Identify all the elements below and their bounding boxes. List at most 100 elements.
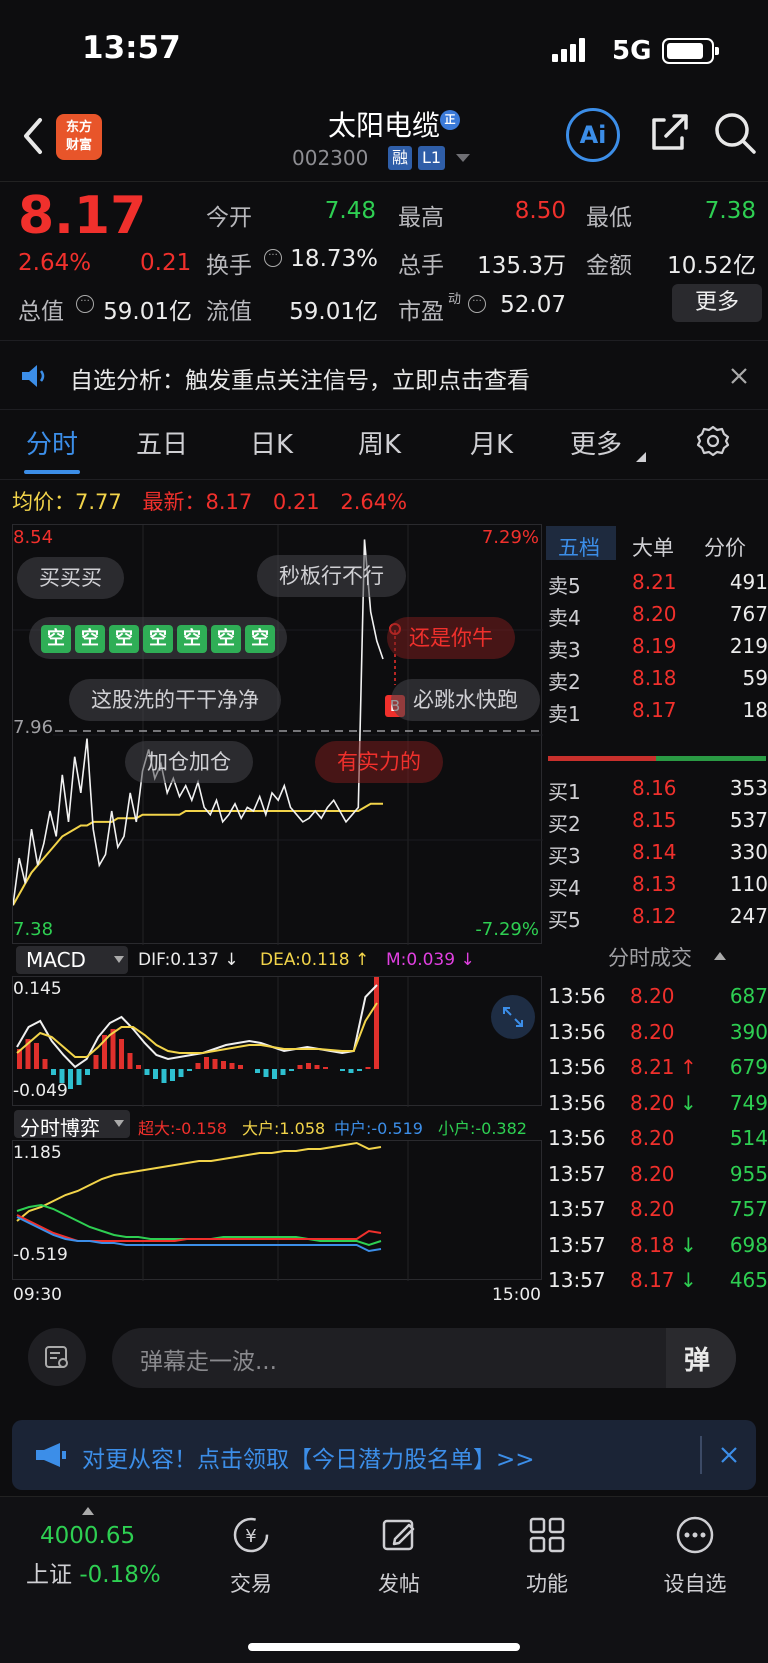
ask-row[interactable]: 卖1 8.17 18: [546, 694, 768, 728]
signal-icon: [552, 38, 588, 62]
macd-plot: [16, 977, 409, 1107]
nav-post[interactable]: 发帖: [344, 1515, 454, 1598]
nav-functions[interactable]: 功能: [492, 1515, 602, 1598]
ad-banner[interactable]: 对更从容！点击领取【今日潜力股名单】>>: [12, 1420, 756, 1490]
tab-weekly-k[interactable]: 周K: [358, 424, 401, 461]
home-indicator: [248, 1643, 520, 1651]
network-label: 5G: [612, 36, 652, 66]
megaphone-icon: [36, 1443, 66, 1467]
ask-row[interactable]: 卖2 8.18 59: [546, 662, 768, 696]
tab-more[interactable]: 更多: [570, 424, 622, 461]
info-icon[interactable]: ···: [468, 295, 486, 313]
bid-row[interactable]: 买4 8.13 110: [546, 868, 768, 902]
comment-bar: 弹幕走一波... 弹: [0, 1318, 768, 1408]
dropdown-icon: [114, 956, 124, 963]
macd-ymax: 0.145: [13, 979, 62, 999]
stock-header: 东方 财富 太阳电缆 正 002300 融 L1 Ai: [0, 100, 768, 182]
super-large-value: 超大:-0.158: [138, 1119, 227, 1138]
intraday-chart[interactable]: 8.54 7.38 7.29% -7.29% 7.96 B 买买买 秒板行不行 …: [12, 524, 543, 945]
amount-label: 金额: [586, 253, 632, 279]
large-value: 大户:1.058: [242, 1119, 326, 1138]
trade-row: 13:57 8.17 ↓ 465: [548, 1268, 768, 1292]
edit-icon: [382, 1519, 415, 1551]
game-selector[interactable]: 分时博弈: [14, 1110, 130, 1140]
stock-code: 002300: [292, 146, 369, 170]
status-bar: 13:57 5G: [0, 0, 768, 100]
game-ymin: -0.519: [13, 1245, 68, 1265]
dea-value: DEA:0.118 ↑: [260, 950, 370, 970]
price-info-line: 均价：7.77 最新：8.17 0.21 2.64%: [12, 490, 408, 514]
index-summary[interactable]: 上证 -0.18%: [26, 1555, 161, 1589]
pct-max-label: 7.29%: [481, 527, 539, 548]
high-label: 最高: [398, 205, 444, 231]
macd-selector[interactable]: MACD: [16, 946, 128, 974]
kong-badge: 空: [211, 625, 241, 653]
settings-icon[interactable]: [696, 424, 730, 458]
dropdown-icon[interactable]: [456, 154, 470, 164]
danmu-button[interactable]: 弹: [666, 1328, 736, 1388]
ad-text: 对更从容！点击领取【今日潜力股名单】>>: [82, 1447, 535, 1473]
tab-big-order[interactable]: 大单: [632, 532, 674, 562]
trade-row: 13:56 8.20 ↓ 749: [548, 1090, 768, 1115]
kong-badge: 空: [41, 625, 71, 653]
grid-icon: [529, 1517, 565, 1553]
game-chart[interactable]: 1.185 -0.519 09:30 15:00: [12, 1140, 542, 1305]
volume-value: 135.3万: [477, 253, 566, 279]
notice-bar[interactable]: 自选分析：触发重点关注信号，立即点击查看: [0, 340, 768, 410]
notes-icon: [45, 1346, 68, 1368]
battery-icon: [662, 38, 719, 64]
high-value: 8.50: [514, 198, 566, 224]
nav-add-watchlist[interactable]: 设自选: [640, 1515, 750, 1598]
current-price: 8.17: [18, 186, 147, 246]
kong-badge: 空: [177, 625, 207, 653]
time-end: 15:00: [492, 1285, 541, 1305]
kong-badge: 空: [143, 625, 173, 653]
trade-row: 13:57 8.20 757: [548, 1197, 768, 1221]
ai-button[interactable]: Ai: [566, 108, 620, 162]
trade-row: 13:57 8.18 ↓ 698: [548, 1232, 768, 1257]
m-value: M:0.039 ↓: [386, 950, 475, 970]
game-plot: [16, 1141, 409, 1281]
info-icon[interactable]: ···: [76, 295, 94, 313]
dif-value: DIF:0.137 ↓: [138, 950, 239, 970]
expand-up-icon[interactable]: [82, 1507, 94, 1515]
danmu-item: 还是你牛: [387, 617, 515, 659]
macd-chart[interactable]: 0.145 -0.049: [12, 976, 542, 1107]
close-icon[interactable]: [730, 367, 748, 385]
expand-button[interactable]: [491, 995, 535, 1039]
comment-input[interactable]: 弹幕走一波... 弹: [112, 1328, 736, 1388]
danmu-item: 必跳水快跑: [391, 679, 540, 721]
search-icon[interactable]: [712, 110, 758, 156]
index-value[interactable]: 4000.65: [40, 1523, 135, 1549]
collapse-icon[interactable]: [714, 952, 726, 960]
mktcap-value: 59.01亿: [103, 299, 192, 325]
info-icon[interactable]: ···: [264, 249, 282, 267]
float-label: 流值: [206, 299, 252, 325]
tab-intraday[interactable]: 分时: [26, 424, 78, 461]
bid-row[interactable]: 买5 8.12 247: [546, 900, 768, 934]
nav-trade[interactable]: ¥ 交易: [196, 1515, 306, 1598]
tab-price-dist[interactable]: 分价: [704, 532, 746, 562]
share-icon[interactable]: [648, 112, 690, 154]
tab-five-level[interactable]: 五档: [558, 532, 600, 562]
notes-button[interactable]: [28, 1328, 86, 1386]
ask-row[interactable]: 卖5 8.21 491: [546, 566, 768, 600]
level-tag: L1: [418, 146, 446, 170]
tab-5day[interactable]: 五日: [136, 424, 188, 461]
bid-row[interactable]: 买2 8.15 537: [546, 804, 768, 838]
mktcap-label: 总值: [18, 299, 64, 325]
amount-value: 10.52亿: [667, 253, 756, 279]
margin-tag: 融: [388, 146, 413, 170]
bid-row[interactable]: 买3 8.14 330: [546, 836, 768, 870]
tab-monthly-k[interactable]: 月K: [470, 424, 513, 461]
y-min-label: 7.38: [13, 919, 54, 940]
low-value: 7.38: [704, 198, 756, 224]
bid-row[interactable]: 买1 8.16 353: [546, 772, 768, 806]
ask-row[interactable]: 卖4 8.20 767: [546, 598, 768, 632]
ask-row[interactable]: 卖3 8.19 219: [546, 630, 768, 664]
more-button[interactable]: 更多: [672, 284, 762, 322]
tab-daily-k[interactable]: 日K: [250, 424, 293, 461]
close-icon[interactable]: [720, 1446, 738, 1464]
tab-indicator: [24, 470, 80, 474]
trade-row: 13:56 8.20 687: [548, 984, 768, 1008]
